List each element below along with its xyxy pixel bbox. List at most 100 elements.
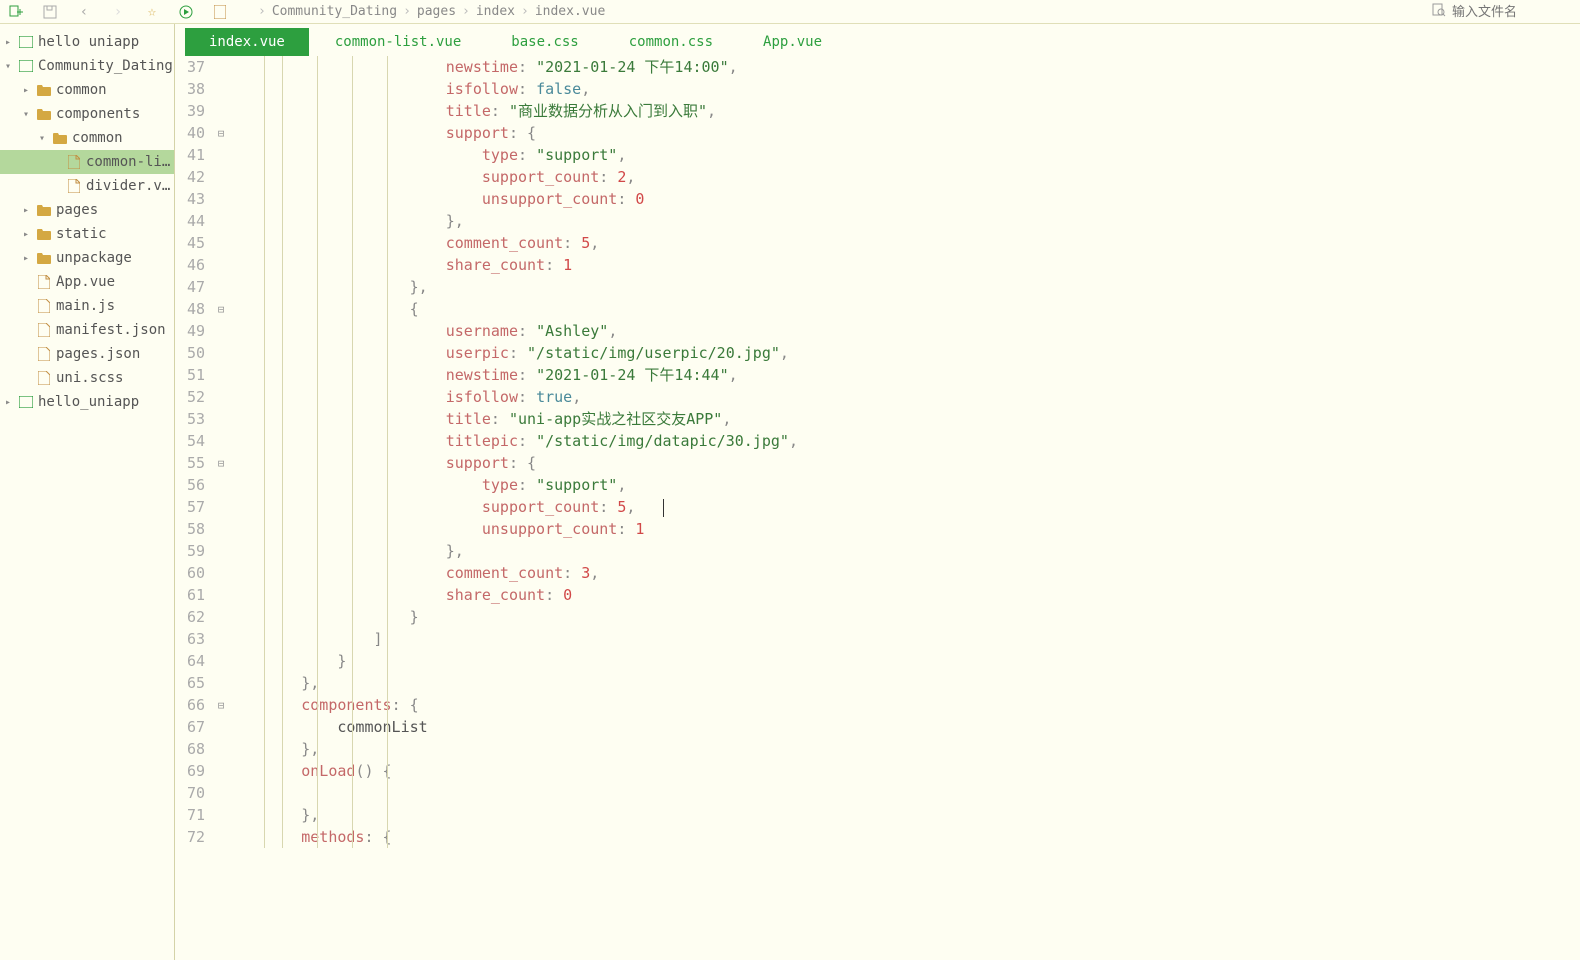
code-line[interactable]: components: { [229, 694, 1580, 716]
code-line[interactable]: support: { [229, 452, 1580, 474]
breadcrumb-item[interactable]: index [476, 4, 515, 19]
tree-item-common[interactable]: ▾common [0, 126, 174, 150]
forward-icon[interactable]: › [110, 4, 126, 20]
chevron-icon[interactable]: ▸ [20, 84, 32, 96]
tree-item-common-li---[interactable]: common-li... [0, 150, 174, 174]
breadcrumb-item[interactable]: index.vue [535, 4, 605, 19]
chevron-icon[interactable]: ▸ [20, 204, 32, 216]
code-line[interactable]: title: "商业数据分析从入门到入职", [229, 100, 1580, 122]
tree-item-main-js[interactable]: main.js [0, 294, 174, 318]
code-line[interactable]: type: "support", [229, 144, 1580, 166]
new-file-icon[interactable] [8, 4, 24, 20]
code-line[interactable]: }, [229, 540, 1580, 562]
back-icon[interactable]: ‹ [76, 4, 92, 20]
chevron-icon[interactable] [50, 156, 62, 168]
chevron-icon[interactable]: ▾ [36, 132, 48, 144]
tree-item-hello-uniapp[interactable]: ▸hello_uniapp [0, 390, 174, 414]
tree-item-manifest-json[interactable]: manifest.json [0, 318, 174, 342]
code-line[interactable]: titlepic: "/static/img/datapic/30.jpg", [229, 430, 1580, 452]
tab-app-vue[interactable]: App.vue [739, 28, 846, 56]
search-icon[interactable] [1432, 3, 1446, 21]
tree-label: common-li... [86, 154, 174, 170]
code-line[interactable]: }, [229, 276, 1580, 298]
code-line[interactable]: isfollow: false, [229, 78, 1580, 100]
code-line[interactable]: userpic: "/static/img/userpic/20.jpg", [229, 342, 1580, 364]
code-line[interactable]: ] [229, 628, 1580, 650]
chevron-icon[interactable]: ▾ [2, 60, 14, 72]
fold-gutter[interactable]: ⊟ ⊟ ⊟ ⊟ [213, 56, 229, 960]
chevron-icon[interactable] [20, 276, 32, 288]
code-content[interactable]: newstime: "2021-01-24 下午14:00", isfollow… [229, 56, 1580, 960]
chevron-icon[interactable] [50, 180, 62, 192]
tab-base-css[interactable]: base.css [487, 28, 602, 56]
code-line[interactable]: }, [229, 804, 1580, 826]
tree-item-common[interactable]: ▸ common [0, 78, 174, 102]
tree-item-unpackage[interactable]: ▸unpackage [0, 246, 174, 270]
tree-item-community-dating[interactable]: ▾Community_Dating [0, 54, 174, 78]
fold-marker[interactable]: ⊟ [213, 694, 229, 716]
code-line[interactable]: username: "Ashley", [229, 320, 1580, 342]
breadcrumb-item[interactable]: Community_Dating [272, 4, 397, 19]
fold-marker[interactable]: ⊟ [213, 452, 229, 474]
code-line[interactable]: }, [229, 738, 1580, 760]
chevron-icon[interactable]: ▸ [2, 396, 14, 408]
line-number: 67 [175, 716, 205, 738]
chevron-icon[interactable] [20, 300, 32, 312]
code-line[interactable]: isfollow: true, [229, 386, 1580, 408]
tab-common-list-vue[interactable]: common-list.vue [311, 28, 485, 56]
tree-item-pages-json[interactable]: pages.json [0, 342, 174, 366]
tab-common-css[interactable]: common.css [605, 28, 737, 56]
code-line[interactable]: comment_count: 5, [229, 232, 1580, 254]
code-line[interactable]: methods: { [229, 826, 1580, 848]
tree-item-components[interactable]: ▾components [0, 102, 174, 126]
code-line[interactable] [229, 782, 1580, 804]
tab-index-vue[interactable]: index.vue [185, 28, 309, 56]
chevron-icon[interactable] [20, 348, 32, 360]
code-line[interactable]: share_count: 1 [229, 254, 1580, 276]
tree-item-static[interactable]: ▸static [0, 222, 174, 246]
code-editor[interactable]: 3738394041424344454647484950515253545556… [175, 56, 1580, 960]
tree-item-uni-scss[interactable]: uni.scss [0, 366, 174, 390]
code-line[interactable]: }, [229, 210, 1580, 232]
run-icon[interactable] [178, 4, 194, 20]
code-line[interactable]: unsupport_count: 1 [229, 518, 1580, 540]
code-line[interactable]: { [229, 298, 1580, 320]
tree-item-pages[interactable]: ▸pages [0, 198, 174, 222]
code-line[interactable]: newstime: "2021-01-24 下午14:00", [229, 56, 1580, 78]
chevron-icon[interactable]: ▸ [20, 252, 32, 264]
code-line[interactable]: support_count: 5, [229, 496, 1580, 518]
chevron-icon[interactable] [20, 372, 32, 384]
fold-marker[interactable]: ⊟ [213, 122, 229, 144]
line-number: 44 [175, 210, 205, 232]
chevron-icon[interactable]: ▸ [20, 228, 32, 240]
code-line[interactable]: onLoad() { [229, 760, 1580, 782]
tree-label: main.js [56, 298, 115, 314]
code-line[interactable]: } [229, 650, 1580, 672]
code-line[interactable]: comment_count: 3, [229, 562, 1580, 584]
code-line[interactable]: title: "uni-app实战之社区交友APP", [229, 408, 1580, 430]
file-tree[interactable]: ▸hello uniapp▾Community_Dating▸common▾co… [0, 24, 175, 960]
tree-item-divider-vue[interactable]: divider.vue [0, 174, 174, 198]
tree-label: common [56, 82, 107, 98]
code-line[interactable]: }, [229, 672, 1580, 694]
star-icon[interactable]: ☆ [144, 4, 160, 20]
code-line[interactable]: unsupport_count: 0 [229, 188, 1580, 210]
fold-marker[interactable]: ⊟ [213, 298, 229, 320]
chevron-icon[interactable] [20, 324, 32, 336]
code-line[interactable]: type: "support", [229, 474, 1580, 496]
chevron-icon[interactable]: ▸ [2, 36, 14, 48]
fold-marker [213, 144, 229, 166]
chevron-icon[interactable]: ▾ [20, 108, 32, 120]
save-icon[interactable] [42, 4, 58, 20]
search-input[interactable] [1452, 4, 1572, 19]
code-line[interactable]: commonList [229, 716, 1580, 738]
tree-item-hello-uniapp[interactable]: ▸hello uniapp [0, 30, 174, 54]
code-line[interactable]: share_count: 0 [229, 584, 1580, 606]
code-line[interactable]: } [229, 606, 1580, 628]
code-line[interactable]: newstime: "2021-01-24 下午14:44", [229, 364, 1580, 386]
tree-item-app-vue[interactable]: App.vue [0, 270, 174, 294]
tree-label: divider.vue [86, 178, 174, 194]
code-line[interactable]: support: { [229, 122, 1580, 144]
breadcrumb-item[interactable]: pages [417, 4, 456, 19]
code-line[interactable]: support_count: 2, [229, 166, 1580, 188]
